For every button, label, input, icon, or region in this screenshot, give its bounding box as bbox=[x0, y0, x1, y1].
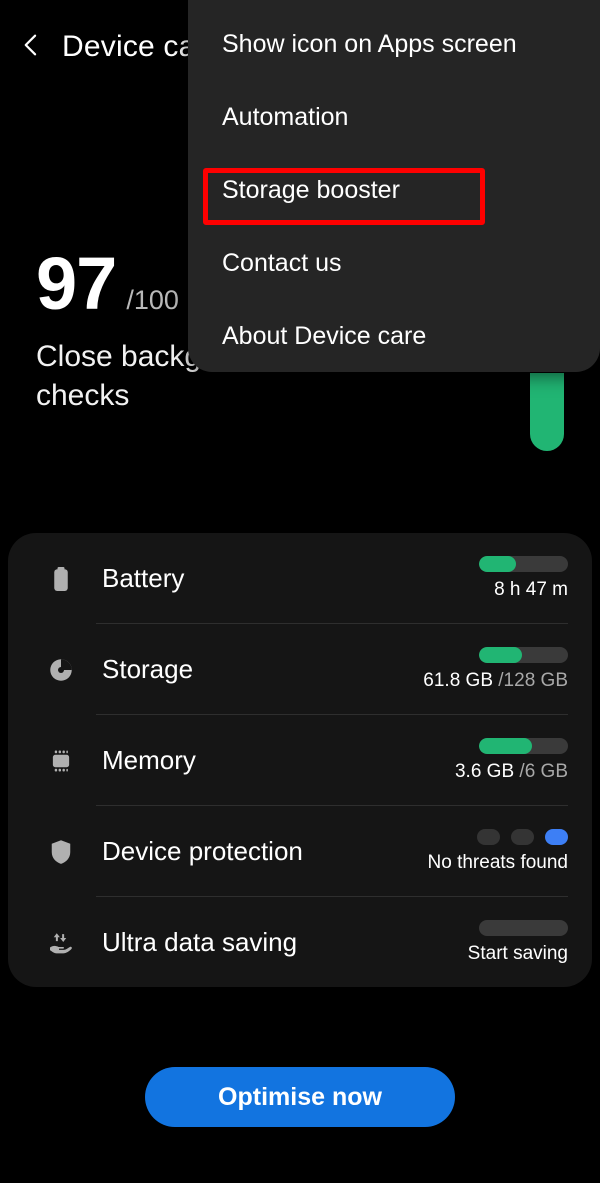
status-dot-active bbox=[545, 829, 568, 845]
row-label: Battery bbox=[102, 563, 185, 593]
score-value: 97 bbox=[36, 242, 117, 325]
storage-pie-icon bbox=[38, 655, 84, 685]
status-card: Battery 8 h 47 m Storage 61.8 GB /128 GB… bbox=[8, 533, 592, 987]
battery-icon bbox=[38, 564, 84, 594]
progress-bar bbox=[479, 920, 568, 936]
status-dot bbox=[477, 829, 500, 845]
row-indicator: 3.6 GB /6 GB bbox=[358, 738, 568, 783]
memory-chip-icon bbox=[38, 746, 84, 776]
row-indicator: 8 h 47 m bbox=[358, 556, 568, 601]
progress-bar-fill bbox=[479, 556, 517, 572]
score-denominator: /100 bbox=[126, 285, 179, 315]
score-progress-arc bbox=[530, 373, 564, 451]
row-battery[interactable]: Battery 8 h 47 m bbox=[8, 533, 592, 624]
row-value: Start saving bbox=[467, 943, 568, 964]
status-dots bbox=[477, 829, 568, 845]
row-value: 8 h 47 m bbox=[494, 579, 568, 600]
menu-item-storage-booster[interactable]: Storage booster bbox=[188, 154, 600, 227]
menu-item-contact-us[interactable]: Contact us bbox=[188, 227, 600, 300]
optimise-now-button[interactable]: Optimise now bbox=[145, 1067, 455, 1127]
status-dot bbox=[511, 829, 534, 845]
row-label: Ultra data saving bbox=[102, 927, 298, 957]
row-value: 3.6 GB /6 GB bbox=[454, 761, 568, 782]
row-ultra-data-saving[interactable]: Ultra data saving Start saving bbox=[8, 897, 592, 987]
row-indicator: No threats found bbox=[358, 829, 568, 874]
progress-bar-fill bbox=[479, 738, 533, 754]
row-device-protection[interactable]: Device protection No threats found bbox=[8, 806, 592, 897]
progress-bar-fill bbox=[479, 647, 522, 663]
data-saving-icon bbox=[38, 928, 84, 958]
progress-bar bbox=[479, 647, 568, 663]
menu-item-show-icon-on-apps-screen[interactable]: Show icon on Apps screen bbox=[188, 8, 600, 81]
back-button[interactable] bbox=[0, 16, 62, 78]
row-indicator: 61.8 GB /128 GB bbox=[358, 647, 568, 692]
device-care-screen: Device care 97 /100 Close background app… bbox=[0, 0, 600, 1183]
menu-item-about-device-care[interactable]: About Device care bbox=[188, 300, 600, 373]
chevron-left-icon bbox=[17, 31, 45, 64]
row-label: Device protection bbox=[102, 836, 303, 866]
row-label: Storage bbox=[102, 654, 194, 684]
row-value: No threats found bbox=[427, 852, 568, 873]
row-indicator: Start saving bbox=[358, 920, 568, 965]
progress-bar bbox=[479, 738, 568, 754]
row-value: 61.8 GB /128 GB bbox=[423, 670, 568, 691]
overflow-menu: Show icon on Apps screen Automation Stor… bbox=[188, 0, 600, 372]
menu-item-automation[interactable]: Automation bbox=[188, 81, 600, 154]
row-memory[interactable]: Memory 3.6 GB /6 GB bbox=[8, 715, 592, 806]
shield-icon bbox=[38, 837, 84, 867]
row-storage[interactable]: Storage 61.8 GB /128 GB bbox=[8, 624, 592, 715]
row-label: Memory bbox=[102, 745, 196, 775]
progress-bar bbox=[479, 556, 568, 572]
